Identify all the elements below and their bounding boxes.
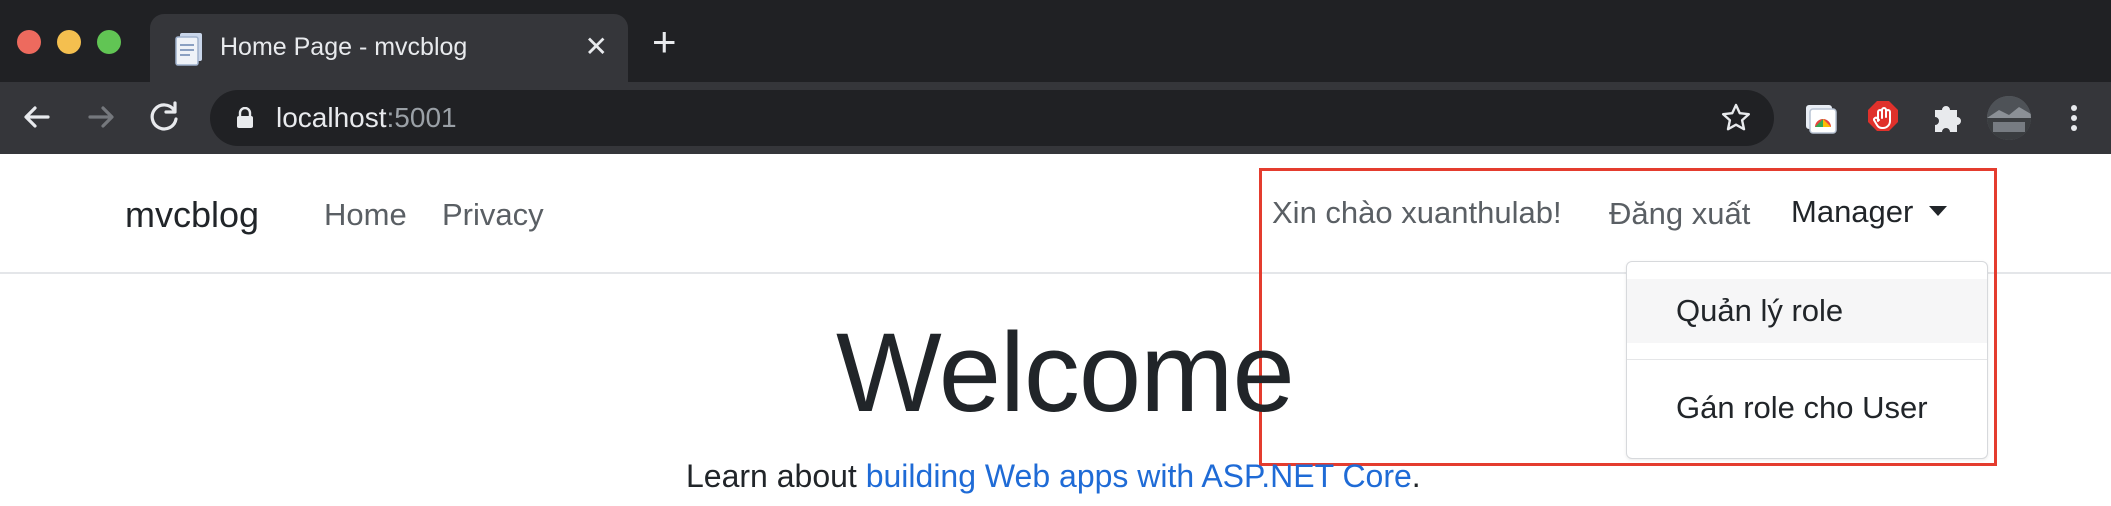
annotation-highlight-box	[1259, 168, 1997, 466]
learn-prefix: Learn about	[686, 458, 866, 494]
url-port: :5001	[386, 102, 457, 133]
tab-close-icon[interactable]: ✕	[585, 32, 608, 62]
window-zoom-button[interactable]	[97, 30, 121, 54]
window-minimize-button[interactable]	[57, 30, 81, 54]
navbar-brand[interactable]: mvcblog	[125, 194, 259, 236]
forward-arrow-icon[interactable]	[80, 96, 122, 138]
browser-toolbar: localhost:5001	[0, 82, 2111, 154]
window-close-button[interactable]	[17, 30, 41, 54]
nav-link-home[interactable]: Home	[324, 197, 407, 233]
tab-title: Home Page - mvcblog	[220, 33, 468, 61]
page-heading: Welcome	[836, 310, 1295, 435]
nav-link-privacy[interactable]: Privacy	[442, 197, 544, 233]
puzzle-icon[interactable]	[1926, 98, 1966, 138]
adblock-extension-icon[interactable]	[1863, 98, 1903, 138]
address-url: localhost:5001	[276, 102, 457, 134]
url-host: localhost	[276, 102, 387, 133]
profile-avatar[interactable]	[1987, 96, 2031, 140]
browser-tab-bar: Home Page - mvcblog ✕ +	[0, 0, 2111, 82]
extension-icon[interactable]	[1801, 98, 1841, 138]
lock-icon	[237, 107, 253, 128]
learn-suffix: .	[1411, 458, 1421, 494]
learn-about-text: Learn about building Web apps with ASP.N…	[686, 458, 1421, 495]
back-arrow-icon[interactable]	[16, 96, 58, 138]
address-bar[interactable]: localhost:5001	[210, 90, 1774, 146]
browser-tab-active[interactable]: Home Page - mvcblog ✕	[150, 14, 628, 82]
document-favicon-icon	[175, 33, 202, 66]
aspnet-docs-link[interactable]: building Web apps with ASP.NET Core	[866, 458, 1412, 494]
reload-icon[interactable]	[144, 96, 186, 138]
new-tab-button[interactable]: +	[652, 21, 677, 63]
star-icon[interactable]	[1720, 102, 1752, 134]
more-menu-icon[interactable]	[2054, 98, 2094, 138]
profile-photo-icon	[1987, 96, 2031, 140]
